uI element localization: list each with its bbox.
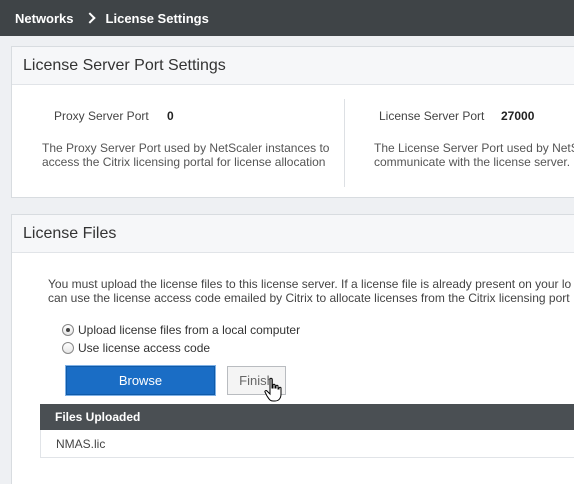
info-line1: You must upload the license files to thi… bbox=[48, 277, 572, 291]
proxy-desc-line1: The Proxy Server Port used by NetScaler … bbox=[42, 141, 330, 155]
license-files-title: License Files bbox=[12, 215, 574, 253]
proxy-port-value: 0 bbox=[167, 109, 174, 123]
radio-button-checked[interactable] bbox=[62, 324, 74, 336]
proxy-port-label: Proxy Server Port bbox=[54, 109, 149, 123]
files-uploaded-table: Files Uploaded NMAS.lic bbox=[40, 404, 574, 458]
license-port-description: The License Server Port used by NetSc co… bbox=[374, 141, 574, 169]
breadcrumb-current: License Settings bbox=[105, 10, 209, 26]
port-settings-panel: License Server Port Settings Proxy Serve… bbox=[11, 46, 574, 198]
radio-access-code-label[interactable]: Use license access code bbox=[78, 341, 210, 355]
radio-access-code[interactable]: Use license access code bbox=[62, 341, 210, 355]
files-uploaded-header: Files Uploaded bbox=[40, 404, 574, 430]
license-desc-line2: communicate with the license server. bbox=[374, 155, 571, 169]
proxy-desc-line2: access the Citrix licensing portal for l… bbox=[42, 155, 326, 169]
top-breadcrumb-bar: Networks License Settings bbox=[0, 0, 574, 36]
column-divider bbox=[344, 99, 345, 187]
hand-cursor-icon bbox=[264, 377, 282, 402]
license-port-label: License Server Port bbox=[379, 109, 485, 123]
radio-upload-local[interactable]: Upload license files from a local comput… bbox=[62, 323, 300, 337]
info-line2: can use the license access code emailed … bbox=[48, 291, 570, 305]
proxy-port-description: The Proxy Server Port used by NetScaler … bbox=[42, 141, 329, 169]
table-row[interactable]: NMAS.lic bbox=[40, 430, 574, 458]
chevron-right-icon bbox=[83, 12, 96, 24]
license-files-info: You must upload the license files to thi… bbox=[48, 277, 571, 305]
license-files-panel: License Files You must upload the licens… bbox=[11, 214, 574, 484]
port-settings-title: License Server Port Settings bbox=[12, 47, 574, 85]
breadcrumb-networks[interactable]: Networks bbox=[0, 11, 74, 26]
radio-button[interactable] bbox=[62, 342, 74, 354]
browse-button[interactable]: Browse bbox=[66, 366, 215, 395]
license-desc-line1: The License Server Port used by NetSc bbox=[374, 141, 574, 155]
radio-upload-label[interactable]: Upload license files from a local comput… bbox=[78, 323, 300, 337]
license-port-value: 27000 bbox=[501, 109, 535, 123]
